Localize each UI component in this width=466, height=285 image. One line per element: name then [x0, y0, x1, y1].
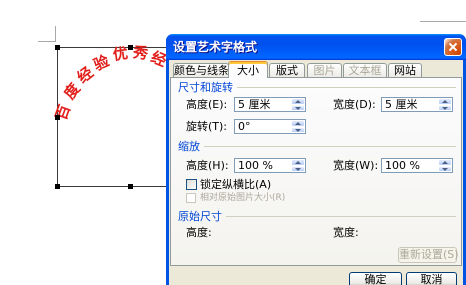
spin-up-icon	[442, 161, 448, 164]
selection-handle-icon[interactable]	[55, 45, 60, 50]
spin-down-icon	[295, 129, 301, 132]
selection-handle-icon[interactable]	[55, 184, 60, 189]
spin-up-icon	[295, 122, 301, 125]
reset-button: 重新设置(S)	[398, 247, 459, 263]
tab-label: 图片	[313, 64, 336, 77]
group-scale: 缩放	[178, 140, 456, 153]
original-width-label: 宽度:	[333, 226, 359, 239]
dialog-title-bar[interactable]: 设置艺术字格式	[166, 34, 466, 60]
dialog-body: 颜色与线条 大小 版式 图片 文本框 网站 尺寸和旋转 高度(E): 5 厘米 …	[169, 60, 463, 285]
size-height-spin-up-button[interactable]	[291, 98, 305, 105]
size-width-spin-up-button[interactable]	[438, 98, 452, 105]
spin-down-icon	[295, 107, 301, 110]
group-divider	[226, 216, 456, 217]
group-heading: 缩放	[178, 140, 200, 153]
spin-down-icon	[442, 168, 448, 171]
spin-up-icon	[442, 100, 448, 103]
group-divider	[237, 87, 456, 88]
group-original-size: 原始尺寸	[178, 210, 456, 223]
wordart-char[interactable]: 秀	[131, 43, 150, 63]
lock-aspect-ratio-checkbox[interactable]	[186, 179, 197, 190]
spin-down-icon	[295, 168, 301, 171]
rotation-spin-up-button[interactable]	[291, 120, 305, 127]
spinner	[438, 98, 452, 111]
scale-width-spin-up-button[interactable]	[438, 159, 452, 166]
group-size-and-rotate: 尺寸和旋转	[178, 81, 456, 94]
page-margin-mark-top-right	[420, 21, 466, 22]
scale-width-spinbox	[381, 158, 453, 173]
tab-textbox: 文本框	[343, 63, 387, 77]
original-height-label: 高度:	[186, 226, 212, 239]
spin-up-icon	[295, 161, 301, 164]
spinner	[438, 159, 452, 172]
tab-picture: 图片	[307, 63, 342, 77]
tab-web[interactable]: 网站	[388, 63, 422, 77]
size-tab-panel: 尺寸和旋转 高度(E): 宽度(D):	[170, 77, 462, 266]
tab-label: 颜色与线条	[174, 64, 229, 77]
tab-label: 网站	[394, 64, 416, 77]
spinner	[291, 159, 305, 172]
size-height-spin-down-button[interactable]	[291, 105, 305, 111]
tab-label: 文本框	[348, 64, 382, 77]
scale-width-input[interactable]	[382, 159, 438, 172]
tab-size[interactable]: 大小	[228, 61, 268, 78]
size-height-input[interactable]	[235, 98, 291, 111]
scale-width-spin-down-button[interactable]	[438, 166, 452, 172]
spin-down-icon	[442, 107, 448, 110]
page-corner-mark-vertical	[55, 26, 56, 42]
format-wordart-dialog: 设置艺术字格式 颜色与线条 大小 版式 图片 文本框 网站 尺寸和旋转 高度(E…	[166, 34, 466, 285]
selection-handle-icon[interactable]	[55, 115, 60, 120]
page-corner-mark-horizontal	[38, 41, 55, 42]
rotation-spinbox	[234, 119, 306, 134]
size-width-spinbox	[381, 97, 453, 112]
ok-button-label: 确定	[364, 273, 387, 285]
rotation-input[interactable]	[235, 120, 291, 133]
close-button[interactable]	[444, 38, 462, 56]
reset-button-label: 重新设置(S)	[399, 248, 459, 261]
screen: 百 度 经 验 优 秀 经 设置艺术字格式 颜色与线条 大小 版式 图片 文本框…	[0, 0, 466, 285]
spin-up-icon	[295, 100, 301, 103]
tab-layout[interactable]: 版式	[269, 63, 305, 77]
group-heading: 尺寸和旋转	[178, 81, 233, 94]
rotation-label: 旋转(T):	[186, 120, 228, 133]
lock-aspect-ratio-label[interactable]: 锁定纵横比(A)	[200, 178, 271, 191]
scale-height-spinbox	[234, 158, 306, 173]
selection-handle-icon[interactable]	[128, 184, 133, 189]
size-height-label: 高度(E):	[186, 98, 228, 111]
tab-colors-and-lines[interactable]: 颜色与线条	[173, 63, 229, 77]
scale-height-input[interactable]	[235, 159, 291, 172]
scale-height-spin-up-button[interactable]	[291, 159, 305, 166]
group-divider	[204, 146, 456, 147]
cancel-button[interactable]: 取消	[406, 272, 457, 285]
size-width-spin-down-button[interactable]	[438, 105, 452, 111]
size-height-spinbox	[234, 97, 306, 112]
tab-label: 版式	[276, 64, 298, 77]
spinner	[291, 98, 305, 111]
tab-label: 大小	[237, 64, 259, 77]
group-heading: 原始尺寸	[178, 210, 222, 223]
relative-to-original-label: 相对原始图片大小(R)	[200, 193, 286, 203]
scale-height-spin-down-button[interactable]	[291, 166, 305, 172]
cancel-button-label: 取消	[420, 273, 443, 285]
size-width-label: 宽度(D):	[333, 98, 376, 111]
dialog-title: 设置艺术字格式	[173, 40, 258, 54]
scale-height-label: 高度(H):	[186, 159, 229, 172]
ok-button[interactable]: 确定	[349, 272, 402, 285]
spinner	[291, 120, 305, 133]
selection-handle-icon[interactable]	[128, 45, 133, 50]
scale-width-label: 宽度(W):	[333, 159, 379, 172]
rotation-spin-down-button[interactable]	[291, 127, 305, 133]
relative-to-original-checkbox	[186, 193, 196, 203]
size-width-input[interactable]	[382, 98, 438, 111]
close-icon	[445, 39, 461, 55]
